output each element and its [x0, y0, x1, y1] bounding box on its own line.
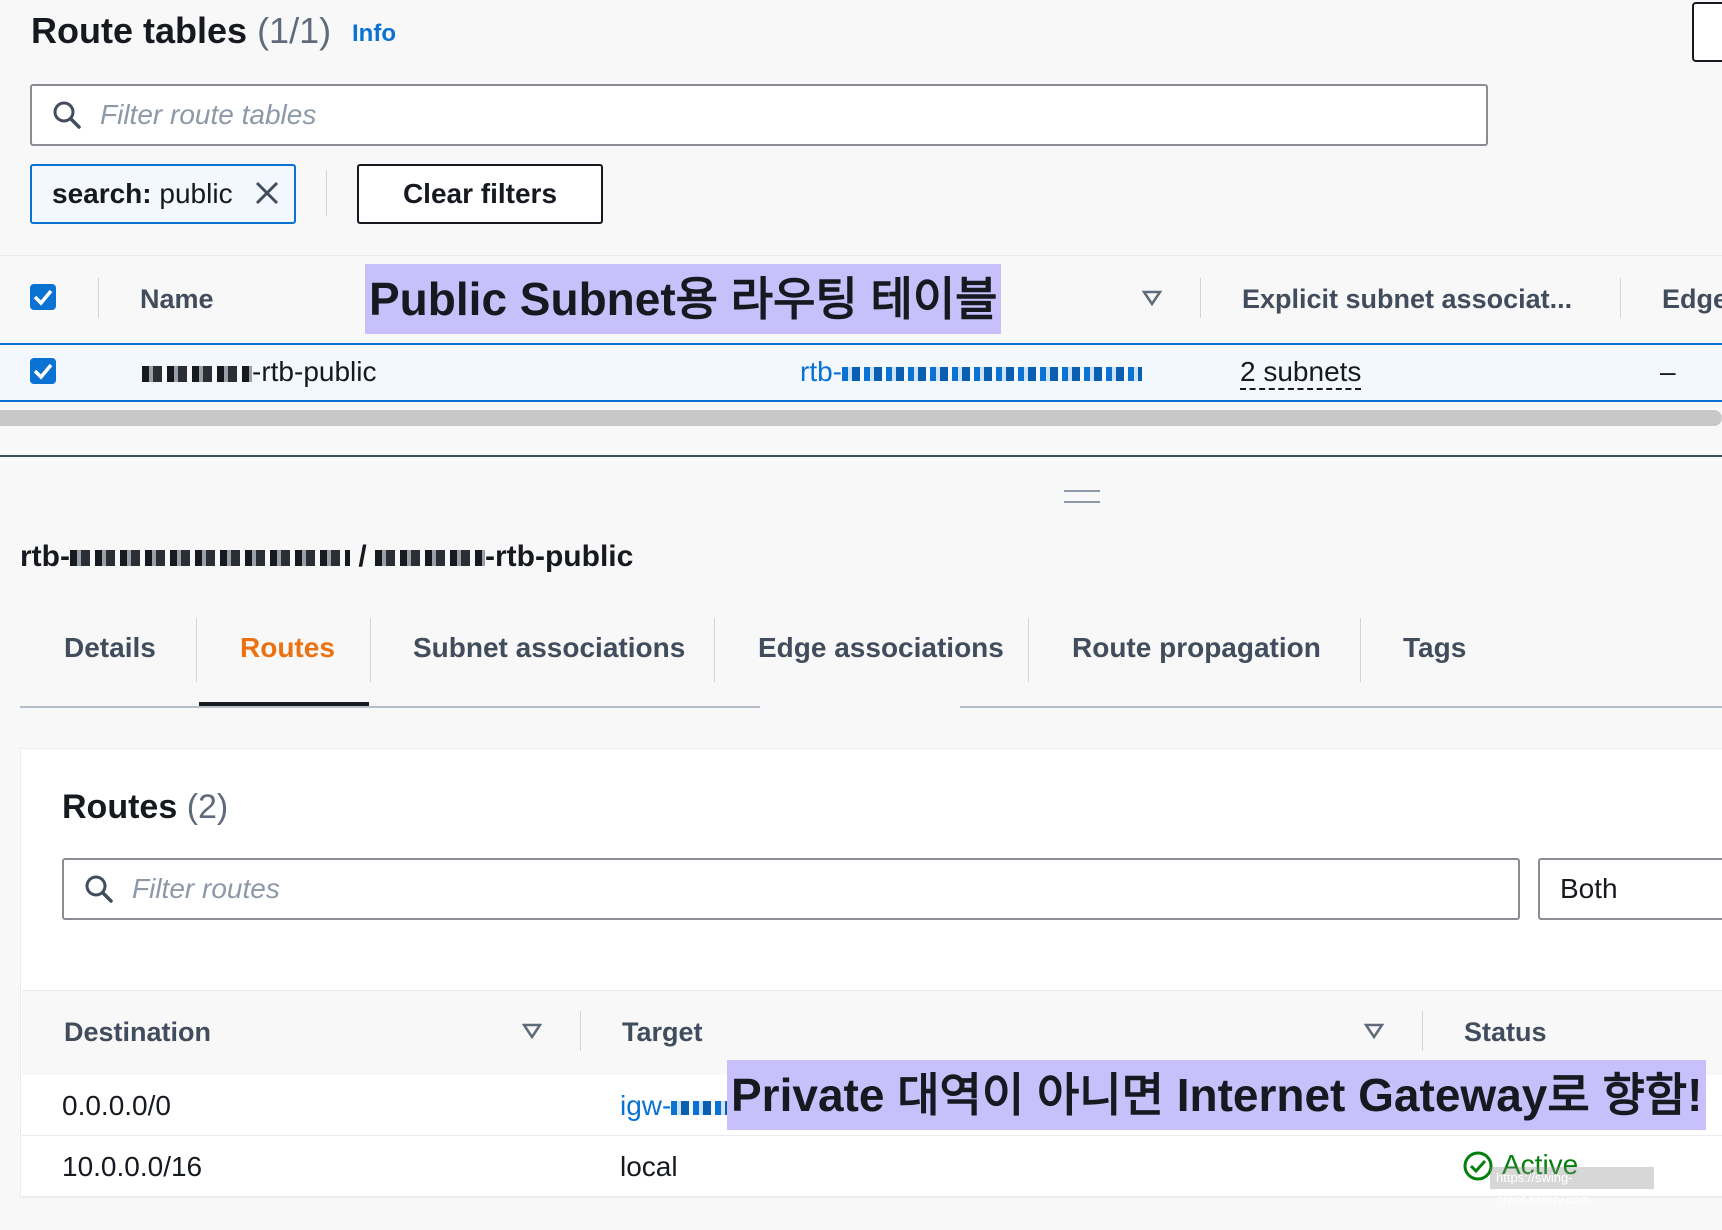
filter-routes-input[interactable]: Filter routes [62, 858, 1520, 920]
column-explicit-subnet[interactable]: Explicit subnet associat... [1242, 284, 1572, 315]
tab-bar: Details Routes Subnet associations Edge … [20, 610, 1722, 710]
filter-routes-placeholder: Filter routes [132, 873, 280, 904]
page-title-count: (1/1) [257, 10, 332, 51]
column-divider [1422, 1011, 1423, 1051]
tab-subnet-associations[interactable]: Subnet associations [413, 632, 685, 664]
routes-count: (2) [186, 788, 229, 826]
route-type-select[interactable]: Both [1538, 858, 1722, 920]
remove-token-icon[interactable] [252, 178, 282, 208]
route-destination: 10.0.0.0/16 [62, 1151, 203, 1182]
column-name[interactable]: Name [140, 284, 214, 315]
resize-handle-icon[interactable] [1064, 490, 1100, 503]
column-target[interactable]: Target [622, 1017, 703, 1048]
sort-icon[interactable] [522, 1023, 542, 1039]
edge-value: – [1660, 356, 1676, 387]
filter-route-tables-input[interactable]: Filter route tables [30, 84, 1488, 146]
horizontal-scrollbar[interactable] [0, 410, 1722, 426]
route-type-value: Both [1560, 873, 1618, 904]
split-panel-divider [0, 455, 1722, 457]
page-title-text: Route tables [31, 10, 248, 51]
redacted-id [671, 1100, 732, 1115]
redacted-id [842, 366, 1142, 381]
tab-divider [714, 618, 715, 682]
info-link[interactable]: Info [352, 20, 396, 48]
redacted-id [69, 550, 350, 567]
tab-divider [1028, 618, 1029, 682]
row-name-suffix: -rtb-public [252, 356, 377, 387]
tab-divider [370, 618, 371, 682]
redacted-text [142, 365, 252, 382]
rtb-prefix: rtb- [800, 356, 842, 387]
column-status[interactable]: Status [1464, 1017, 1547, 1048]
tabs-baseline [960, 706, 1722, 708]
subnets-count[interactable]: 2 subnets [1240, 356, 1362, 390]
tab-divider [196, 618, 197, 682]
route-destination: 0.0.0.0/0 [62, 1090, 171, 1121]
column-divider [580, 1011, 581, 1051]
row-name: -rtb-public [142, 356, 376, 388]
row-checkbox[interactable] [30, 358, 56, 384]
route-table-id-link[interactable]: rtb- [800, 356, 1142, 388]
watermark: https://swing-groot.tistory.com [1490, 1167, 1654, 1207]
tabs-baseline [20, 706, 760, 708]
column-divider [98, 278, 99, 318]
annotation-internet-gateway: Private 대역이 아니면 Internet Gateway로 향함! [727, 1060, 1707, 1130]
token-value: public [159, 178, 233, 209]
tab-tags[interactable]: Tags [1403, 632, 1466, 664]
route-target: local [620, 1151, 678, 1182]
checkmark-icon [33, 289, 53, 306]
redacted-text [375, 550, 486, 567]
routes-title-text: Routes [62, 788, 178, 826]
column-destination[interactable]: Destination [64, 1017, 211, 1048]
sort-icon[interactable] [1142, 290, 1162, 306]
detail-title-suffix: -rtb-public [485, 540, 634, 573]
column-divider [1620, 278, 1621, 318]
page-title: Route tables (1/1) [31, 10, 331, 52]
top-right-button[interactable] [1692, 2, 1722, 62]
search-filter-token: search: public [30, 164, 296, 224]
tab-edge-associations[interactable]: Edge associations [758, 632, 1004, 664]
table-row[interactable]: 10.0.0.0/16 local Active [22, 1136, 1722, 1197]
route-target-link[interactable]: igw- [620, 1090, 732, 1122]
table-row[interactable]: -rtb-public rtb- 2 subnets – [0, 343, 1722, 402]
tab-route-propagation[interactable]: Route propagation [1072, 632, 1321, 664]
column-edge[interactable]: Edge [1662, 284, 1722, 315]
column-divider [1200, 278, 1201, 318]
routes-title: Routes (2) [62, 788, 228, 827]
search-icon [53, 101, 81, 129]
divider [326, 170, 327, 216]
token-key: search: [52, 178, 152, 209]
detail-title: rtb- / -rtb-public [20, 540, 633, 574]
select-all-checkbox[interactable] [30, 284, 56, 310]
detail-title-prefix: rtb- [20, 540, 70, 573]
route-target-prefix: igw- [620, 1090, 672, 1121]
detail-title-separator: / [358, 540, 367, 573]
checkmark-icon [33, 363, 53, 380]
sort-icon[interactable] [1364, 1023, 1384, 1039]
tab-routes[interactable]: Routes [240, 632, 335, 664]
annotation-public-subnet: Public Subnet용 라우팅 테이블 [365, 264, 1002, 334]
tab-details[interactable]: Details [64, 632, 156, 664]
filter-placeholder: Filter route tables [100, 99, 317, 130]
search-icon [85, 875, 113, 903]
clear-filters-button[interactable]: Clear filters [357, 164, 603, 224]
tab-divider [1360, 618, 1361, 682]
